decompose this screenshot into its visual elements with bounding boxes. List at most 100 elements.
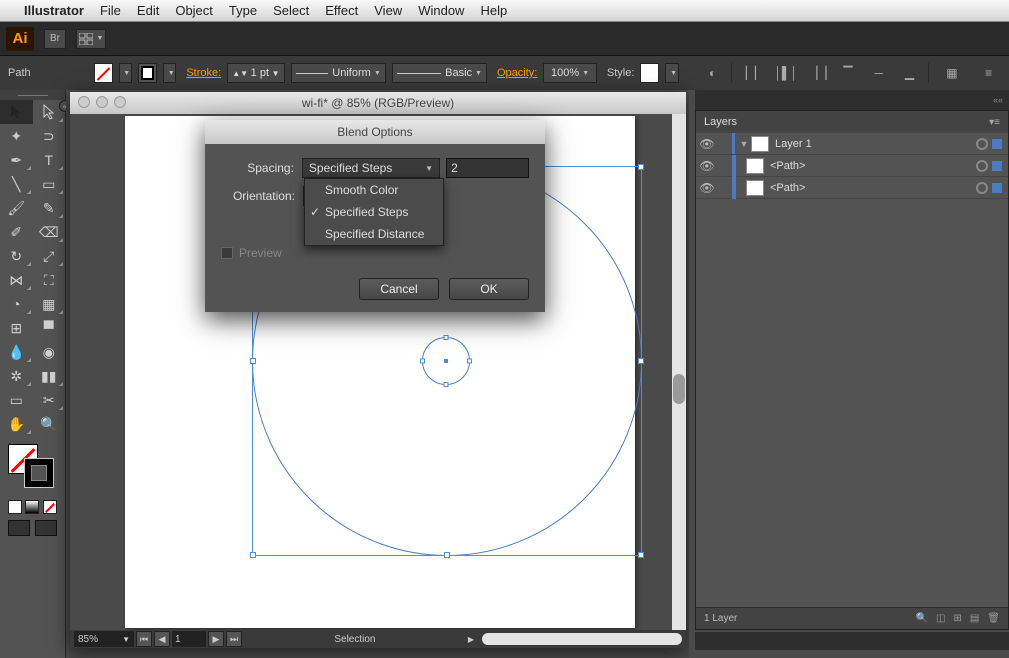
graphic-style-swatch[interactable] <box>640 63 659 83</box>
direct-selection-tool[interactable] <box>33 100 66 124</box>
pencil-tool[interactable]: ✎ <box>33 196 66 220</box>
align-top-button[interactable]: ▔ <box>836 62 861 84</box>
locate-object-button[interactable]: 🔍 <box>916 613 928 624</box>
align-left-button[interactable]: ▏▏ <box>743 62 768 84</box>
variable-width-profile[interactable]: Uniform <box>291 63 386 83</box>
opacity-label[interactable]: Opacity: <box>497 67 537 79</box>
menu-view[interactable]: View <box>374 3 402 18</box>
visibility-toggle[interactable]: 👁 <box>696 181 718 195</box>
layer-row[interactable]: 👁 ▼ Layer 1 <box>696 133 1008 155</box>
transform-button[interactable]: ▦ <box>940 62 965 84</box>
align-bottom-button[interactable]: ▁ <box>897 62 922 84</box>
none-mode-button[interactable] <box>43 500 57 514</box>
last-artboard-button[interactable]: ⏭ <box>226 631 242 647</box>
menu-effect[interactable]: Effect <box>325 3 358 18</box>
target-icon[interactable] <box>976 182 988 194</box>
menu-help[interactable]: Help <box>480 3 507 18</box>
collapsed-bottom-strip[interactable] <box>695 632 1009 650</box>
align-center-h-button[interactable]: │▌│ <box>773 62 799 84</box>
first-artboard-button[interactable]: ⏮ <box>136 631 152 647</box>
zoom-tool[interactable]: 🔍 <box>33 412 66 436</box>
gradient-mode-button[interactable] <box>25 500 39 514</box>
stroke-dropdown[interactable] <box>163 63 176 83</box>
menu-edit[interactable]: Edit <box>137 3 159 18</box>
layer-row[interactable]: 👁 <Path> <box>696 155 1008 177</box>
width-tool[interactable]: ⋈ <box>0 268 33 292</box>
eyedropper-tool[interactable]: 💧 <box>0 340 33 364</box>
option-smooth-color[interactable]: Smooth Color <box>305 179 443 201</box>
visibility-toggle[interactable]: 👁 <box>696 137 718 151</box>
make-clipping-mask-button[interactable]: ◫ <box>936 613 945 624</box>
new-sublayer-button[interactable]: ⊞ <box>953 613 961 624</box>
stroke-label[interactable]: Stroke: <box>186 67 221 79</box>
document-titlebar[interactable]: wi-fi* @ 85% (RGB/Preview) <box>70 92 686 114</box>
menu-select[interactable]: Select <box>273 3 309 18</box>
align-right-button[interactable]: ▕▕ <box>805 62 830 84</box>
paintbrush-tool[interactable]: 🖌 <box>0 196 33 220</box>
draw-mode-button[interactable] <box>8 520 30 536</box>
brush-definition[interactable]: Basic <box>392 63 487 83</box>
eraser-tool[interactable]: ⌫ <box>33 220 66 244</box>
line-tool[interactable]: ╲ <box>0 172 33 196</box>
blob-brush-tool[interactable]: ✐ <box>0 220 33 244</box>
menu-object[interactable]: Object <box>175 3 213 18</box>
rotate-tool[interactable]: ↻ <box>0 244 33 268</box>
scrollbar-thumb[interactable] <box>673 374 685 404</box>
option-specified-steps[interactable]: Specified Steps <box>305 201 443 223</box>
scale-tool[interactable]: ⤢ <box>33 244 66 268</box>
visibility-toggle[interactable]: 👁 <box>696 159 718 173</box>
layers-tab[interactable]: Layers <box>704 116 737 128</box>
layer-name[interactable]: <Path> <box>770 160 976 172</box>
bridge-button[interactable]: Br <box>44 29 66 49</box>
artboard-tool[interactable]: ▭ <box>0 388 33 412</box>
resize-handle[interactable] <box>250 552 256 558</box>
delete-layer-button[interactable]: 🗑 <box>987 613 1000 624</box>
target-icon[interactable] <box>976 160 988 172</box>
resize-handle[interactable] <box>638 164 644 170</box>
option-specified-distance[interactable]: Specified Distance <box>305 223 443 245</box>
graphic-style-dropdown[interactable] <box>665 63 678 83</box>
fill-stroke-proxy[interactable] <box>4 442 61 492</box>
next-artboard-button[interactable]: ▶ <box>208 631 224 647</box>
spacing-dropdown[interactable]: Specified Steps <box>302 158 440 178</box>
preview-checkbox[interactable] <box>221 247 233 259</box>
cancel-button[interactable]: Cancel <box>359 278 439 300</box>
column-graph-tool[interactable]: ▮▮ <box>33 364 66 388</box>
symbol-sprayer-tool[interactable]: ✲ <box>0 364 33 388</box>
fill-dropdown[interactable] <box>119 63 132 83</box>
collapsed-panel-strip[interactable]: «« <box>695 90 1009 110</box>
ok-button[interactable]: OK <box>449 278 529 300</box>
dialog-titlebar[interactable]: Blend Options <box>205 120 545 144</box>
gradient-tool[interactable]: ▀ <box>33 316 66 340</box>
pen-tool[interactable]: ✒ <box>0 148 33 172</box>
fill-swatch[interactable] <box>94 63 113 83</box>
stroke-weight-input[interactable]: ▲▼1 pt▼ <box>227 63 284 83</box>
arrange-documents-dropdown[interactable] <box>76 29 106 49</box>
magic-wand-tool[interactable]: ✦ <box>0 124 33 148</box>
disclosure-triangle[interactable]: ▼ <box>737 139 751 149</box>
hand-tool[interactable]: ✋ <box>0 412 33 436</box>
layer-name[interactable]: <Path> <box>770 182 976 194</box>
panel-grip[interactable] <box>0 90 65 100</box>
shape-builder-tool[interactable]: ◔ <box>0 292 33 316</box>
zoom-level-input[interactable]: 85%▼ <box>74 631 134 647</box>
panel-menu-button[interactable]: ≡ <box>976 62 1001 84</box>
mesh-tool[interactable]: ⊞ <box>0 316 33 340</box>
minimize-window-button[interactable] <box>96 96 108 108</box>
new-layer-button[interactable]: ▤ <box>970 613 979 624</box>
app-menu[interactable]: Illustrator <box>24 3 84 18</box>
type-tool[interactable]: T <box>33 148 66 172</box>
resize-handle[interactable] <box>638 358 644 364</box>
align-center-v-button[interactable]: ─ <box>866 62 891 84</box>
resize-handle[interactable] <box>638 552 644 558</box>
target-icon[interactable] <box>976 138 988 150</box>
menu-file[interactable]: File <box>100 3 121 18</box>
menu-type[interactable]: Type <box>229 3 257 18</box>
close-window-button[interactable] <box>78 96 90 108</box>
blend-tool[interactable]: ◉ <box>33 340 66 364</box>
stroke-swatch[interactable] <box>138 63 157 83</box>
rectangle-tool[interactable]: ▭ <box>33 172 66 196</box>
selection-tool[interactable] <box>0 100 33 124</box>
resize-handle[interactable] <box>444 552 450 558</box>
recolor-artwork-button[interactable]: ◐ <box>700 62 725 84</box>
